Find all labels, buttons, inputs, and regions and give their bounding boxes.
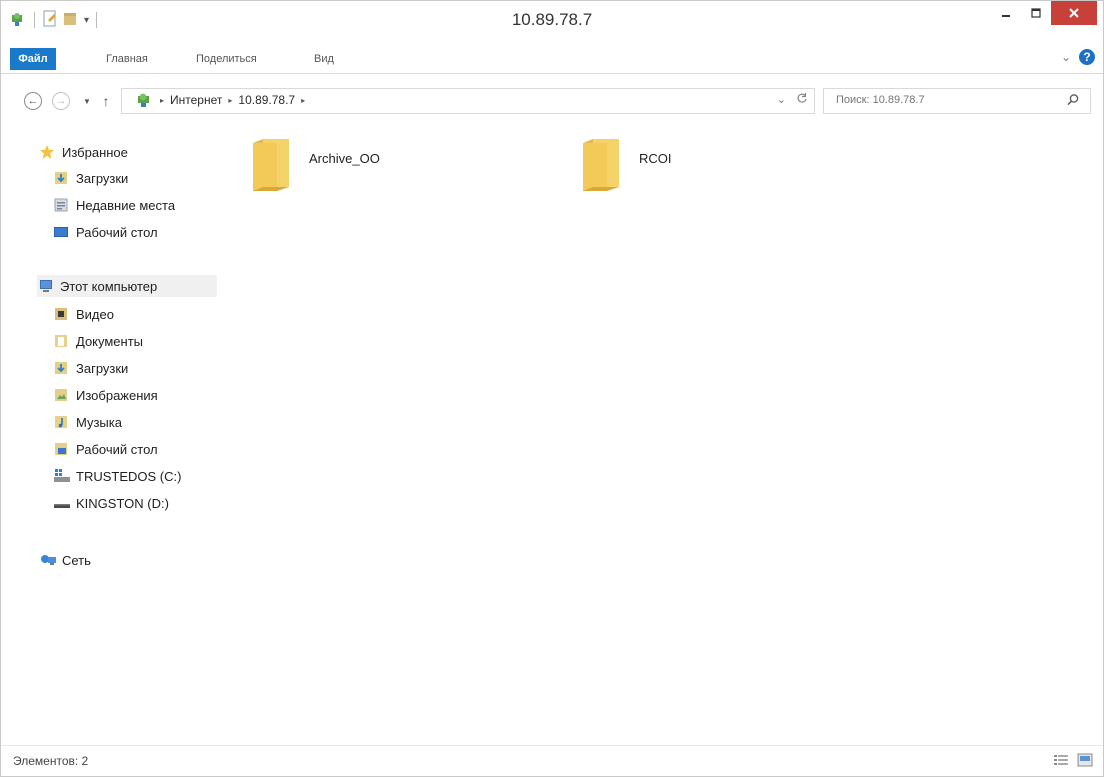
- nav-pc-downloads[interactable]: Загрузки: [53, 357, 128, 379]
- breadcrumb-chevron-icon[interactable]: ▸: [228, 96, 232, 105]
- folder-item[interactable]: Archive_OO: [247, 137, 380, 196]
- nav-pc-music[interactable]: Музыка: [53, 411, 122, 433]
- search-icon[interactable]: [1066, 93, 1080, 110]
- forward-button[interactable]: →: [52, 92, 70, 110]
- tab-share[interactable]: Поделиться: [196, 48, 257, 70]
- nav-this-pc-label: Этот компьютер: [60, 278, 158, 294]
- breadcrumb-chevron-icon[interactable]: ▸: [160, 96, 164, 105]
- expand-ribbon-icon[interactable]: ⌄: [1061, 50, 1071, 64]
- recent-places-icon: [53, 197, 69, 213]
- pictures-icon: [53, 387, 69, 403]
- item-count: Элементов: 2: [13, 754, 89, 768]
- folder-name: Archive_OO: [309, 151, 380, 166]
- network-icon: [39, 552, 56, 568]
- back-button[interactable]: ←: [24, 92, 42, 110]
- nav-pc-videos[interactable]: Видео: [53, 303, 114, 325]
- nav-item-label: Музыка: [76, 414, 122, 430]
- nav-item-label: Изображения: [76, 387, 158, 403]
- status-bar: Элементов: 2: [1, 745, 1103, 776]
- nav-item-label: Недавние места: [76, 197, 176, 213]
- title-bar: ▾ 10.89.78.7: [1, 1, 1103, 41]
- nav-item-label: Загрузки: [76, 360, 129, 376]
- close-button[interactable]: [1051, 1, 1097, 25]
- downloads-icon: [53, 170, 69, 186]
- system-drive-icon: [53, 468, 70, 484]
- nav-pc-documents[interactable]: Документы: [53, 330, 143, 352]
- nav-item-label: Загрузки: [76, 170, 129, 186]
- nav-item-label: Рабочий стол: [76, 441, 158, 457]
- help-icon[interactable]: ?: [1079, 49, 1095, 65]
- nav-network[interactable]: Сеть: [39, 549, 91, 571]
- nav-item-label: Видео: [76, 306, 114, 322]
- network-location-icon: [134, 91, 154, 112]
- tab-view[interactable]: Вид: [314, 48, 334, 70]
- nav-network-label: Сеть: [62, 552, 91, 568]
- nav-favorites-downloads[interactable]: Загрузки: [53, 167, 128, 189]
- desktop-icon: [53, 224, 69, 240]
- tab-file[interactable]: Файл: [10, 48, 56, 70]
- maximize-button[interactable]: [1021, 1, 1051, 25]
- downloads-icon: [53, 360, 69, 376]
- computer-icon: [37, 278, 53, 294]
- nav-favorites[interactable]: Избранное: [39, 141, 128, 163]
- nav-favorites-recent[interactable]: Недавние места: [53, 194, 175, 216]
- nav-favorites-label: Избранное: [62, 144, 128, 160]
- large-icons-view-icon[interactable]: [1077, 753, 1093, 770]
- breadcrumb-chevron-icon[interactable]: ▸: [301, 96, 305, 105]
- view-toggle: [1053, 753, 1093, 770]
- nav-item-label: Рабочий стол: [76, 224, 158, 240]
- ribbon-right-controls: ⌄ ?: [1061, 49, 1095, 65]
- search-box[interactable]: [823, 88, 1091, 114]
- address-controls: ⌄: [777, 92, 808, 107]
- music-icon: [53, 414, 69, 430]
- folder-icon: [577, 137, 625, 196]
- file-list: Archive_OO RCOI: [229, 125, 1099, 725]
- minimize-button[interactable]: [991, 1, 1021, 25]
- refresh-icon[interactable]: [796, 92, 808, 107]
- navigation-pane: Избранное Загрузки Недавние места Рабочи…: [1, 131, 223, 731]
- removable-drive-icon: [53, 495, 70, 511]
- documents-icon: [53, 333, 69, 349]
- nav-pc-drive-d[interactable]: KINGSTON (D:): [53, 492, 169, 514]
- nav-item-label: Документы: [76, 333, 144, 349]
- videos-icon: [53, 306, 69, 322]
- breadcrumb-host[interactable]: 10.89.78.7: [238, 93, 295, 107]
- window-title: 10.89.78.7: [511, 10, 593, 29]
- address-bar[interactable]: ▸ Интернет ▸ 10.89.78.7 ▸ ⌄: [121, 88, 815, 114]
- search-input[interactable]: [834, 93, 1048, 107]
- ribbon-tabs: Файл Главная Поделиться Вид ⌄ ?: [1, 45, 1103, 74]
- tab-home[interactable]: Главная: [106, 48, 148, 70]
- breadcrumb-internet[interactable]: Интернет: [170, 93, 222, 107]
- address-history-icon[interactable]: ⌄: [777, 93, 786, 106]
- up-button[interactable]: ↑: [96, 91, 116, 111]
- recent-locations-icon[interactable]: ▼: [77, 91, 97, 111]
- explorer-window: ▾ 10.89.78.7 Файл Главная Поделиться Вид…: [0, 0, 1104, 777]
- folder-item[interactable]: RCOI: [577, 137, 672, 196]
- nav-this-pc[interactable]: Этот компьютер: [37, 275, 217, 297]
- star-icon: [39, 144, 55, 160]
- folder-icon: [247, 137, 295, 196]
- nav-pc-drive-c[interactable]: TRUSTEDOS (C:): [53, 465, 181, 487]
- nav-pc-desktop[interactable]: Рабочий стол: [53, 438, 158, 460]
- details-view-icon[interactable]: [1053, 753, 1069, 770]
- nav-item-label: KINGSTON (D:): [76, 495, 169, 511]
- folder-name: RCOI: [639, 151, 672, 166]
- nav-pc-pictures[interactable]: Изображения: [53, 384, 158, 406]
- breadcrumb: ▸ Интернет ▸ 10.89.78.7 ▸: [160, 93, 305, 107]
- address-row: ← → ▼ ↑ ▸ Интернет ▸ 10.89.78.7 ▸ ⌄: [1, 83, 1103, 117]
- window-controls: [991, 1, 1103, 29]
- nav-favorites-desktop[interactable]: Рабочий стол: [53, 221, 158, 243]
- nav-item-label: TRUSTEDOS (C:): [76, 468, 182, 484]
- desktop-folder-icon: [53, 441, 69, 457]
